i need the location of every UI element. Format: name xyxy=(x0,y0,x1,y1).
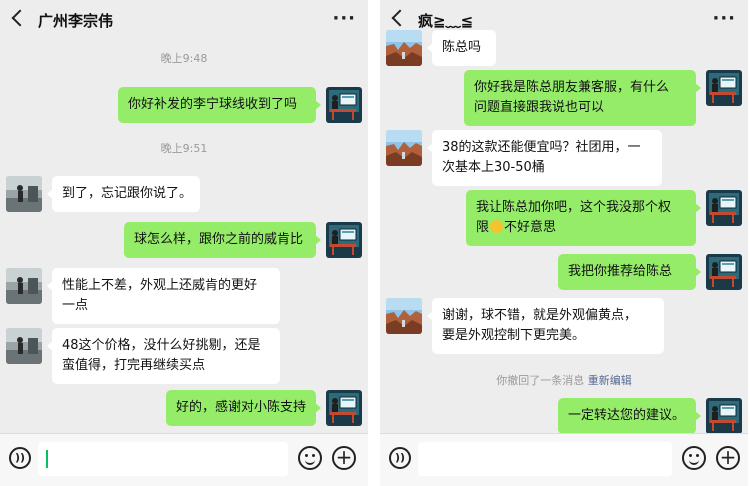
re-edit-link[interactable]: 重新编辑 xyxy=(588,374,632,387)
message-bubble[interactable]: 你好我是陈总朋友兼客服，有什么 问题直接跟我说也可以 xyxy=(464,70,701,126)
plus-icon[interactable]: + xyxy=(716,446,740,470)
avatar[interactable] xyxy=(706,254,742,290)
recall-text: 你撤回了一条消息 xyxy=(496,374,585,387)
message-bubble[interactable]: 好的，感谢对小陈支持 xyxy=(166,390,321,426)
chat-title: 疯≧﹏≦ xyxy=(418,12,474,30)
message-text: 不好意思 xyxy=(504,220,557,235)
message-bubble[interactable]: 38的这款还能便宜吗？社团用，一 次基本上30-50桶 xyxy=(427,130,662,186)
recall-notice: 你撤回了一条消息 重新编辑 xyxy=(380,372,748,388)
smile-emoji-icon xyxy=(490,220,504,233)
input-bar: )) + xyxy=(0,433,368,486)
message-bubble[interactable]: 陈总吗 xyxy=(427,30,496,66)
avatar[interactable] xyxy=(6,176,42,212)
chat-header: 广州李宗伟 ··· xyxy=(0,0,368,40)
chat-title: 广州李宗伟 xyxy=(38,12,114,30)
chat-panel-right: 疯≧﹏≦ ··· 陈总吗 你好我是陈总朋友兼客服，有什么 问题直接跟我说也可以 … xyxy=(380,0,748,486)
avatar[interactable] xyxy=(326,222,362,258)
message-input[interactable] xyxy=(38,442,288,476)
plus-icon[interactable]: + xyxy=(332,446,356,470)
timestamp: 晚上9:51 xyxy=(160,142,208,155)
message-bubble[interactable]: 我让陈总加你吧，这个我没那个权 限不好意思 xyxy=(466,190,701,246)
message-bubble[interactable]: 48这个价格，没什么好挑剔，还是 蛮值得，打完再继续买点 xyxy=(47,328,280,384)
back-arrow-icon[interactable] xyxy=(11,9,29,27)
message-bubble[interactable]: 你好补发的李宁球线收到了吗 xyxy=(118,87,321,123)
back-arrow-icon[interactable] xyxy=(391,9,409,27)
voice-icon[interactable]: )) xyxy=(9,447,31,469)
avatar[interactable] xyxy=(326,390,362,426)
chat-panel-left: 广州李宗伟 ··· 晚上9:48 你好补发的李宁球线收到了吗 晚上9:51 到了… xyxy=(0,0,368,486)
more-options-button[interactable]: ··· xyxy=(712,8,736,29)
avatar[interactable] xyxy=(706,398,742,434)
avatar[interactable] xyxy=(386,298,422,334)
avatar[interactable] xyxy=(706,190,742,226)
avatar[interactable] xyxy=(386,130,422,166)
message-bubble[interactable]: 谢谢，球不错，就是外观偏黄点， 要是外观控制下更完美。 xyxy=(427,298,664,354)
emoji-icon[interactable] xyxy=(682,446,706,470)
avatar[interactable] xyxy=(6,268,42,304)
voice-icon[interactable]: )) xyxy=(389,447,411,469)
avatar[interactable] xyxy=(706,70,742,106)
avatar[interactable] xyxy=(6,328,42,364)
input-bar: )) + xyxy=(380,433,748,486)
emoji-icon[interactable] xyxy=(298,446,322,470)
message-input[interactable] xyxy=(418,442,672,476)
message-bubble[interactable]: 球怎么样，跟你之前的威肯比 xyxy=(124,222,321,258)
avatar[interactable] xyxy=(326,87,362,123)
timestamp: 晚上9:48 xyxy=(160,52,208,65)
text-caret xyxy=(46,450,48,468)
message-bubble[interactable]: 一定转达您的建议。 xyxy=(558,398,701,434)
message-bubble[interactable]: 性能上不差，外观上还威肯的更好 一点 xyxy=(47,268,280,324)
message-bubble[interactable]: 我把你推荐给陈总 xyxy=(558,254,701,290)
message-bubble[interactable]: 到了，忘记跟你说了。 xyxy=(47,176,200,212)
avatar[interactable] xyxy=(386,30,422,66)
more-options-button[interactable]: ··· xyxy=(332,8,356,29)
